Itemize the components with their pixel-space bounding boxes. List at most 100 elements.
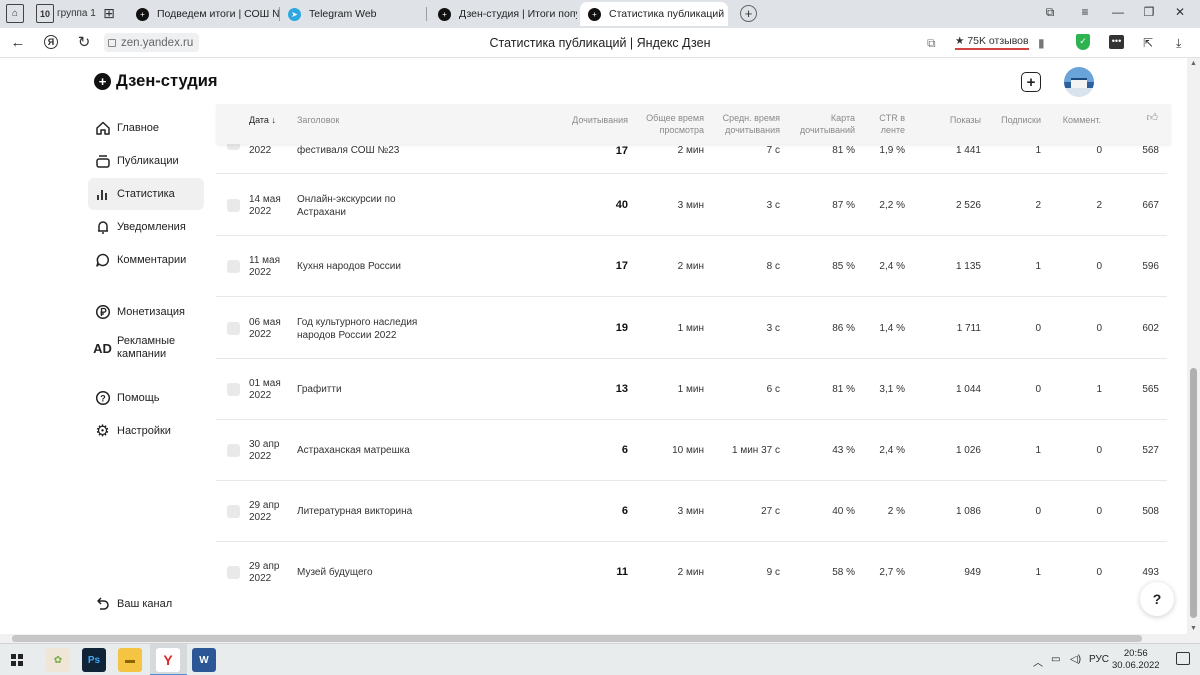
new-tab-folder-icon[interactable]: ⊞ [100, 4, 118, 23]
reload-icon[interactable]: ↻ [75, 34, 93, 52]
table-row[interactable]: 30 апр 2022 Астраханская матрешка 6 10 м… [216, 420, 1167, 481]
table-row[interactable]: 14 мая 2022 Онлайн-экскурсии по Астрахан… [216, 175, 1167, 236]
sidebar-item-settings[interactable]: ⚙ Настройки [88, 415, 204, 447]
sidebar-item-ad-campaigns[interactable]: AD Рекламные кампании [88, 329, 204, 367]
row-title[interactable]: Графитти [297, 384, 342, 396]
extension-icon[interactable]: ••• [1109, 35, 1124, 49]
reviews-badge[interactable]: ★ 75K отзывов [955, 35, 1029, 50]
language-indicator[interactable]: РУС [1089, 654, 1109, 665]
minimize-icon[interactable]: — [1110, 5, 1126, 19]
row-title[interactable]: Год культурного наследия [297, 317, 417, 329]
hscrollbar-thumb[interactable] [12, 635, 1142, 642]
comments-header[interactable]: Коммент. [1063, 114, 1101, 126]
create-publication-button[interactable]: + [1021, 72, 1041, 92]
url-text: zen.yandex.ru [121, 36, 194, 49]
map-header[interactable]: Карта дочитываний [789, 112, 855, 136]
system-clock[interactable]: 20:56 30.06.2022 [1112, 648, 1160, 672]
total-time-header[interactable]: Общее время просмотра [634, 112, 704, 136]
table-row[interactable]: 29 апр 2022 Музей будущего 11 2 мин 9 с … [216, 542, 1167, 603]
network-icon[interactable]: ▭ [1051, 654, 1060, 665]
svg-text:?: ? [100, 394, 106, 404]
browser-tab-2[interactable]: ➤ Telegram Web [280, 2, 427, 26]
telegram-icon: ➤ [288, 7, 301, 21]
volume-icon[interactable]: ◁) [1070, 654, 1081, 665]
windows-taskbar: ✿ Ps ▬ Y W ︿ ▭ ◁) РУС 20:56 30.06.2022 [0, 643, 1200, 675]
row-checkbox[interactable] [227, 383, 240, 396]
share-icon[interactable]: ⇱ [1143, 36, 1153, 50]
browser-tab-active[interactable]: + Статистика публикаций ✕ [580, 2, 728, 26]
views-header[interactable]: Показы [950, 114, 981, 126]
tab-group-label[interactable]: группа 1 [57, 4, 96, 23]
likes-header-icon[interactable]: 👍︎ [1147, 112, 1159, 124]
sidebar-item-your-channel[interactable]: Ваш канал [88, 588, 204, 620]
subs-header[interactable]: Подписки [1001, 114, 1041, 126]
row-title[interactable]: Музей будущего [297, 567, 373, 579]
zen-icon: + [136, 7, 149, 21]
row-checkbox[interactable] [227, 199, 240, 212]
avatar[interactable] [1064, 67, 1094, 97]
photoshop-icon[interactable]: Ps [82, 648, 106, 672]
notifications-icon[interactable] [1176, 652, 1190, 665]
back-arrow-icon[interactable]: ← [9, 34, 27, 52]
home-icon [94, 120, 111, 137]
collections-icon[interactable]: ⧉ [1042, 5, 1058, 20]
sort-date-header[interactable]: Дата ↓ [249, 114, 276, 126]
studio-logo[interactable]: + Дзен-студия [94, 72, 217, 91]
windows-start-icon[interactable] [11, 654, 23, 666]
file-explorer-icon[interactable]: ▬ [118, 648, 142, 672]
translate-icon[interactable]: ⧉ [927, 36, 936, 51]
protect-shield-icon[interactable]: ✓ [1076, 34, 1090, 50]
url-field[interactable]: zen.yandex.ru [104, 33, 200, 52]
row-title[interactable]: Кухня народов России [297, 261, 401, 273]
return-arrow-icon [94, 596, 111, 613]
help-button[interactable]: ? [1140, 582, 1174, 616]
add-tab-button[interactable]: + [740, 5, 757, 22]
yandex-browser-icon[interactable]: Y [156, 648, 180, 672]
table-row[interactable]: 11 мая 2022 Кухня народов России 17 2 ми… [216, 236, 1167, 297]
sidebar-item-monetization[interactable]: Монетизация [88, 296, 204, 328]
reads-header[interactable]: Дочитывания [572, 114, 628, 126]
avg-time-header[interactable]: Средн. время дочитывания [710, 112, 780, 136]
sidebar-item-publications[interactable]: Публикации [88, 145, 204, 177]
table-row[interactable]: 06 мая 2022 Год культурного наследия нар… [216, 298, 1167, 359]
row-title[interactable]: Онлайн-экскурсии по [297, 194, 396, 206]
comment-icon [94, 252, 111, 269]
word-icon[interactable]: W [192, 648, 216, 672]
row-title[interactable]: народов России 2022 [297, 330, 396, 342]
app-icon-1[interactable]: ✿ [46, 648, 70, 672]
sidebar-item-statistics[interactable]: Статистика [88, 178, 204, 210]
home-icon[interactable]: ⌂ [6, 4, 24, 23]
yandex-icon[interactable]: Я [44, 35, 58, 49]
maximize-icon[interactable]: ❐ [1141, 5, 1157, 19]
row-title[interactable]: фестиваля СОШ №23 [297, 145, 399, 157]
row-title[interactable]: Астраханская матрешка [297, 445, 410, 457]
download-icon[interactable]: ⤓ [1176, 36, 1181, 51]
vertical-scrollbar[interactable]: ▲ ▼ [1187, 58, 1200, 634]
row-title[interactable]: Астрахани [297, 207, 346, 219]
row-checkbox[interactable] [227, 322, 240, 335]
scrollbar-thumb[interactable] [1190, 368, 1197, 618]
scroll-down-icon[interactable]: ▼ [1187, 625, 1200, 632]
title-header[interactable]: Заголовок [297, 114, 339, 126]
close-window-icon[interactable]: ✕ [1172, 5, 1188, 19]
row-checkbox[interactable] [227, 444, 240, 457]
sidebar-item-notifications[interactable]: Уведомления [88, 211, 204, 243]
bookmark-icon[interactable]: ▮ [1038, 36, 1045, 50]
tray-chevron-icon[interactable]: ︿ [1033, 654, 1043, 669]
sidebar-item-home[interactable]: Главное [88, 112, 204, 144]
row-checkbox[interactable] [227, 566, 240, 579]
ctr-header[interactable]: CTR в ленте [865, 112, 905, 136]
sidebar-item-comments[interactable]: Комментарии [88, 244, 204, 276]
browser-tab-3[interactable]: + Дзен-студия | Итоги попул [430, 2, 577, 26]
browser-tab-1[interactable]: + Подведем итоги | СОШ № [128, 2, 280, 26]
menu-icon[interactable]: ≡ [1077, 5, 1093, 19]
sidebar-item-help[interactable]: ? Помощь [88, 382, 204, 414]
row-checkbox[interactable] [227, 505, 240, 518]
table-row[interactable]: 29 апр 2022 Литературная викторина 6 3 м… [216, 481, 1167, 542]
horizontal-scrollbar[interactable] [0, 634, 1200, 643]
scroll-up-icon[interactable]: ▲ [1187, 60, 1200, 67]
tab-count-badge[interactable]: 10 [36, 4, 54, 23]
table-row[interactable]: 01 мая 2022 Графитти 13 1 мин 6 с 81 % 3… [216, 359, 1167, 420]
row-checkbox[interactable] [227, 260, 240, 273]
row-title[interactable]: Литературная викторина [297, 506, 412, 518]
